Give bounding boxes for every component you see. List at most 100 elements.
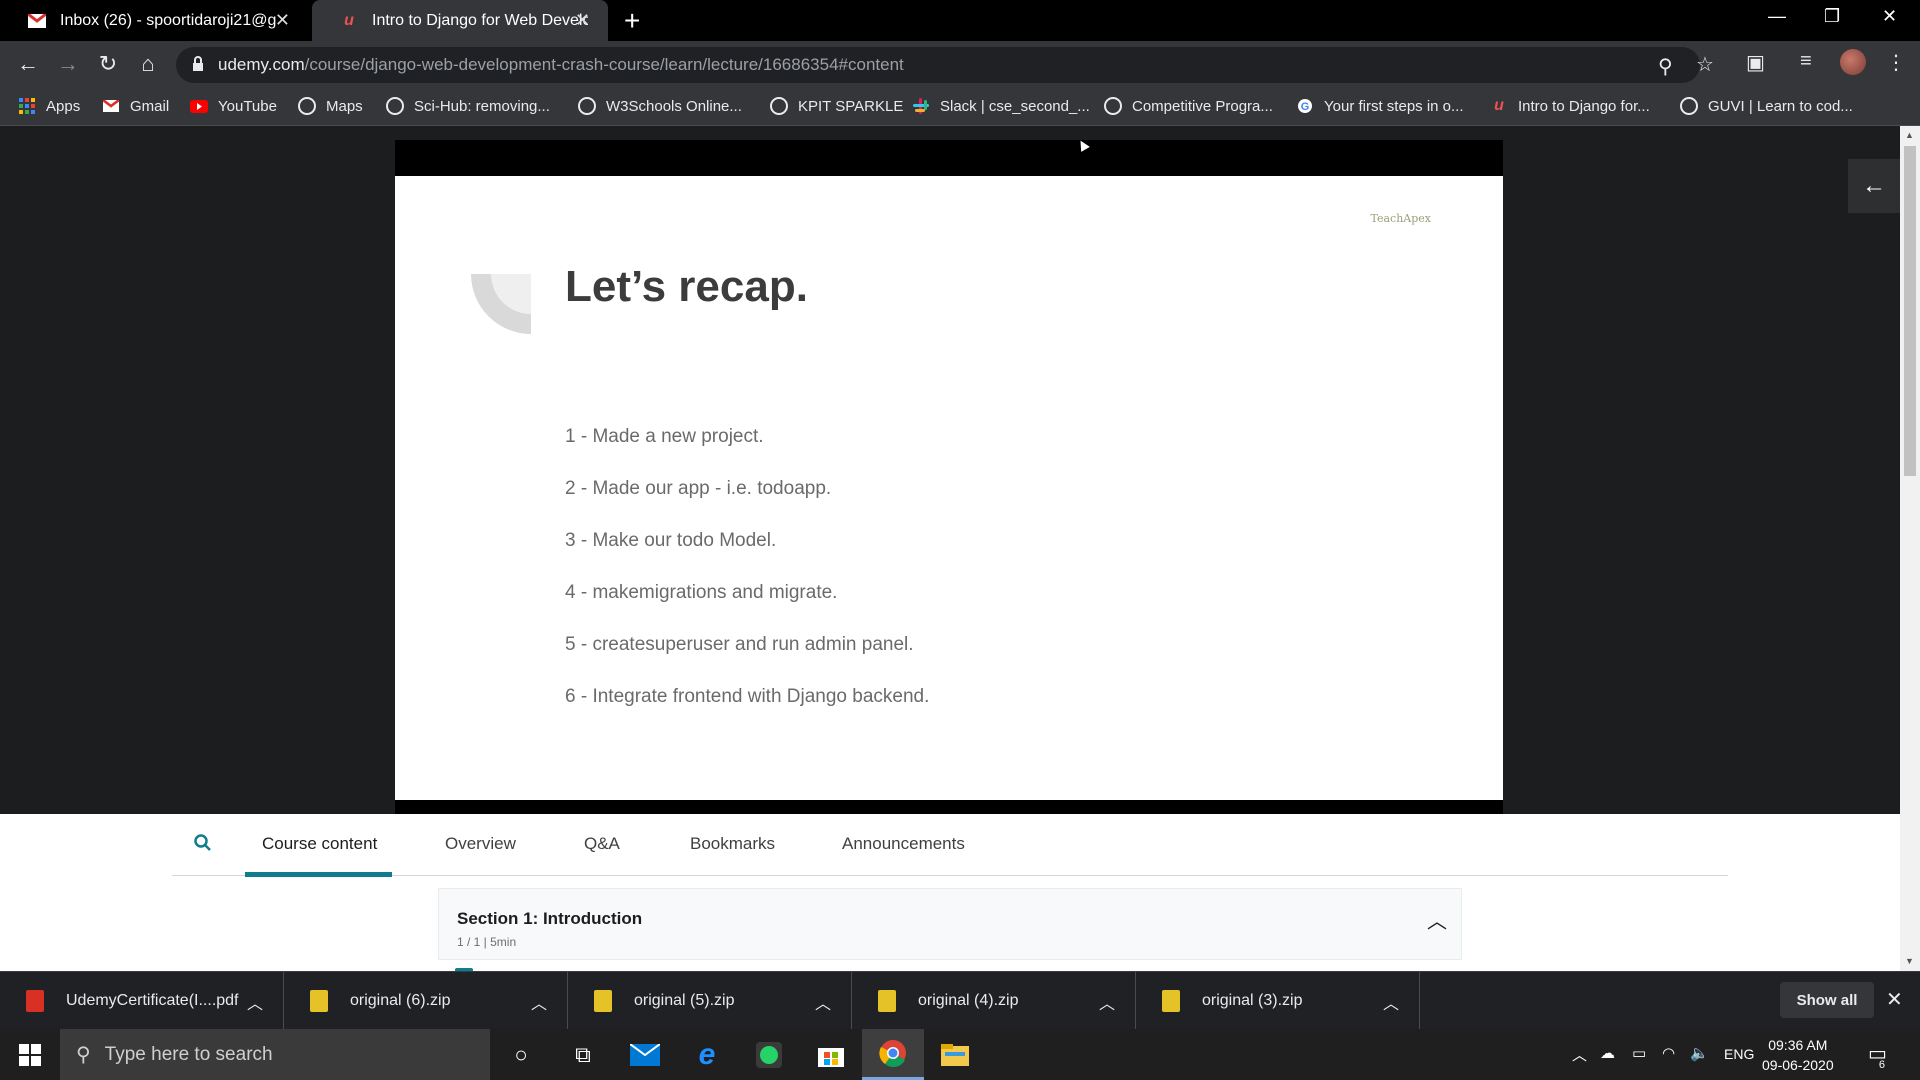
bookmark-w3schools[interactable]: W3Schools Online...	[578, 97, 742, 115]
onedrive-cloud-icon[interactable]: ☁	[1600, 1044, 1615, 1062]
download-filename: original (3).zip	[1202, 992, 1303, 1009]
scroll-down-icon[interactable]: ▼	[1905, 956, 1914, 966]
close-window-icon[interactable]: ✕	[1882, 6, 1897, 27]
cortana-icon[interactable]: ○	[490, 1029, 552, 1080]
browser-tab-strip: Inbox (26) - spoortidaroji21@gm ✕ u Intr…	[0, 0, 1920, 41]
bookmark-label: KPIT SPARKLE	[798, 97, 904, 115]
bookmark-udemy-django[interactable]: u Intro to Django for...	[1490, 97, 1650, 115]
search-icon[interactable]	[194, 834, 212, 852]
whatsapp-icon[interactable]	[738, 1029, 800, 1080]
store-icon[interactable]	[800, 1029, 862, 1080]
bookmark-maps[interactable]: Maps	[298, 97, 363, 115]
globe-icon	[386, 97, 404, 115]
clock-date: 09-06-2020	[1762, 1057, 1834, 1073]
edge-icon[interactable]: e	[676, 1029, 738, 1080]
volume-icon[interactable]: 🔈	[1690, 1044, 1709, 1062]
home-icon[interactable]: ⌂	[134, 51, 162, 77]
bookmark-label: YouTube	[218, 97, 277, 115]
tab-course-content[interactable]: Course content	[262, 834, 377, 854]
new-tab-button[interactable]: +	[624, 5, 640, 37]
bookmark-label: Apps	[46, 97, 81, 115]
extension-icon[interactable]: ▣	[1746, 50, 1765, 75]
chevron-up-icon[interactable]: ︿	[1427, 905, 1447, 934]
chevron-up-icon[interactable]: ︿	[531, 990, 547, 1014]
chevron-up-icon[interactable]: ︿	[247, 990, 263, 1014]
recap-list: 1 - Made a new project. 2 - Made our app…	[565, 426, 929, 738]
bookmark-gmail[interactable]: Gmail	[102, 97, 169, 115]
reload-icon[interactable]: ↻	[94, 51, 122, 77]
bookmark-label: Competitive Progra...	[1132, 97, 1273, 115]
taskbar-clock[interactable]: 09:36 AM 09-06-2020	[1762, 1035, 1834, 1075]
bookmark-competitive[interactable]: Competitive Progra...	[1104, 97, 1273, 115]
tab-gmail-inbox[interactable]: Inbox (26) - spoortidaroji21@gm ✕	[0, 0, 308, 41]
page-scrollbar[interactable]: ▲ ▼	[1900, 126, 1920, 971]
media-control-icon[interactable]: ≡	[1800, 50, 1812, 73]
mail-icon[interactable]	[614, 1029, 676, 1080]
recap-item: 5 - createsuperuser and run admin panel.	[565, 634, 914, 655]
minimize-icon[interactable]: —	[1768, 6, 1786, 27]
zip-file-icon	[878, 990, 896, 1012]
scroll-thumb[interactable]	[1904, 146, 1916, 476]
tab-qa[interactable]: Q&A	[584, 834, 620, 854]
chevron-up-icon[interactable]: ︿	[1383, 990, 1399, 1014]
slack-icon	[912, 97, 930, 115]
notification-count: 6	[1878, 1059, 1886, 1071]
download-item[interactable]: original (6).zip ︿	[284, 972, 568, 1030]
chrome-icon[interactable]	[862, 1029, 924, 1080]
globe-icon	[1680, 97, 1698, 115]
tab-bookmarks[interactable]: Bookmarks	[690, 834, 775, 854]
address-bar[interactable]: udemy.com/course/django-web-development-…	[176, 47, 1714, 83]
menu-kebab-icon[interactable]: ⋮	[1886, 50, 1906, 75]
active-tab-underline	[245, 872, 392, 877]
download-filename: original (5).zip	[634, 992, 735, 1009]
course-tabs: Course content Overview Q&A Bookmarks An…	[172, 814, 1728, 876]
restore-icon[interactable]: ❐	[1824, 6, 1840, 27]
bookmark-apps[interactable]: Apps	[18, 97, 80, 115]
language-indicator[interactable]: ENG	[1724, 1046, 1754, 1062]
expand-sidebar-arrow-icon[interactable]: ←	[1848, 159, 1900, 213]
chevron-up-icon[interactable]: ︿	[1099, 990, 1115, 1014]
download-item[interactable]: UdemyCertificate(I....pdf ︿	[0, 972, 284, 1030]
close-icon[interactable]: ✕	[1886, 987, 1903, 1012]
bookmark-label: Your first steps in o...	[1324, 97, 1464, 115]
tab-overview[interactable]: Overview	[445, 834, 516, 854]
browser-toolbar: ← → ↻ ⌂ udemy.com/course/django-web-deve…	[0, 41, 1920, 89]
bookmark-slack[interactable]: Slack | cse_second_...	[912, 97, 1090, 115]
bookmark-star-icon[interactable]: ☆	[1696, 52, 1714, 77]
scroll-up-icon[interactable]: ▲	[1905, 130, 1914, 140]
tab-udemy-course[interactable]: u Intro to Django for Web Develop ✕	[312, 0, 608, 41]
apps-grid-icon	[18, 97, 36, 115]
back-arrow-icon[interactable]: ←	[14, 51, 42, 77]
forward-arrow-icon[interactable]: →	[54, 51, 82, 77]
wifi-icon[interactable]: ◠	[1662, 1044, 1675, 1062]
download-filename: original (4).zip	[918, 992, 1019, 1009]
zoom-search-icon[interactable]: ⚲	[1658, 54, 1673, 79]
download-filename: UdemyCertificate(I....pdf	[66, 992, 239, 1009]
tray-overflow-chevron-icon[interactable]: ︿	[1572, 1044, 1587, 1065]
download-item[interactable]: original (4).zip ︿	[852, 972, 1136, 1030]
section-header[interactable]: Section 1: Introduction 1 / 1 | 5min ︿	[438, 888, 1462, 960]
windows-taskbar: ⚲ Type here to search ○ ⧉ e ︿ ☁ ▭ ◠ 🔈 EN…	[0, 1029, 1920, 1080]
windows-start-icon[interactable]	[0, 1029, 60, 1080]
bookmark-first-steps[interactable]: G Your first steps in o...	[1296, 97, 1464, 115]
file-explorer-icon[interactable]	[924, 1029, 986, 1080]
close-tab-icon[interactable]: ✕	[575, 10, 590, 31]
profile-avatar[interactable]	[1840, 49, 1866, 75]
gmail-icon	[102, 97, 120, 115]
download-item[interactable]: original (5).zip ︿	[568, 972, 852, 1030]
bookmark-guvi[interactable]: GUVI | Learn to cod...	[1680, 97, 1853, 115]
battery-icon[interactable]: ▭	[1632, 1044, 1646, 1062]
chevron-up-icon[interactable]: ︿	[815, 990, 831, 1014]
bookmark-kpit[interactable]: KPIT SPARKLE	[770, 97, 903, 115]
bookmark-youtube[interactable]: YouTube	[190, 97, 277, 115]
show-all-button[interactable]: Show all	[1780, 982, 1874, 1018]
download-item[interactable]: original (3).zip ︿	[1136, 972, 1420, 1030]
task-view-icon[interactable]: ⧉	[552, 1029, 614, 1080]
slide-title: Let’s recap.	[565, 262, 808, 311]
bookmark-scihub[interactable]: Sci-Hub: removing...	[386, 97, 550, 115]
tab-announcements[interactable]: Announcements	[842, 834, 965, 854]
close-tab-icon[interactable]: ✕	[275, 10, 290, 31]
notification-center-icon[interactable]: ▭6	[1868, 1041, 1893, 1071]
taskbar-search[interactable]: ⚲ Type here to search	[60, 1029, 490, 1080]
tab-title: Intro to Django for Web Develop	[372, 11, 588, 29]
